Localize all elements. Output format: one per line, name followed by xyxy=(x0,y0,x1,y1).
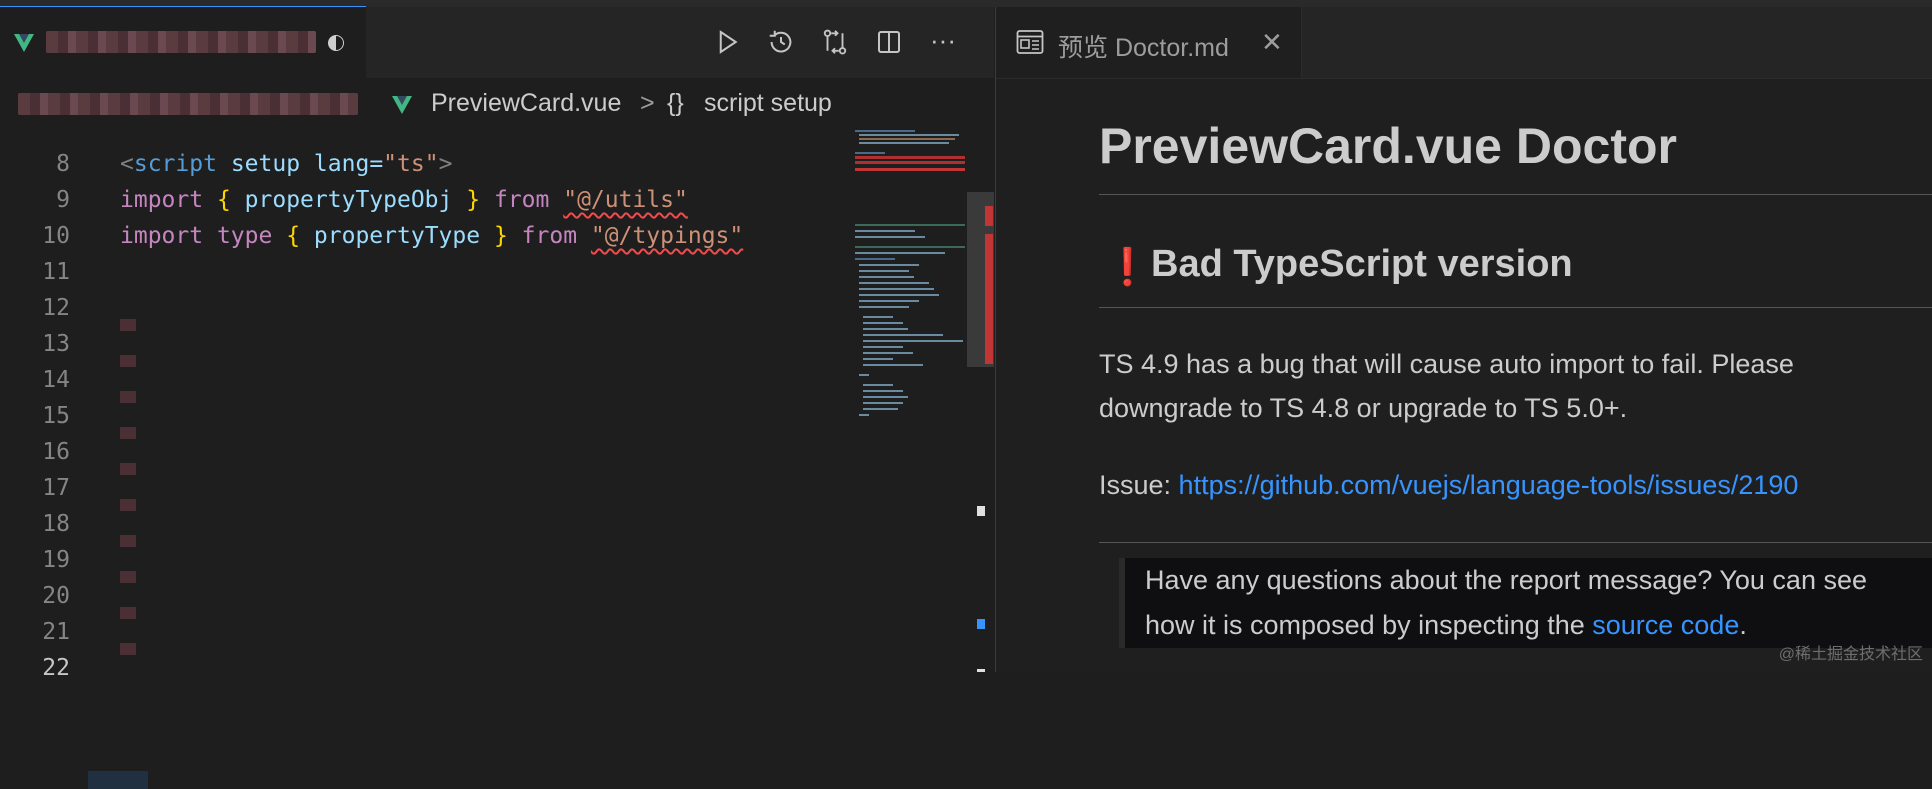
code-line-10: import type { propertyType } from "@/typ… xyxy=(120,223,744,249)
error-marker xyxy=(985,234,993,364)
line-number: 19 xyxy=(42,547,70,573)
code-editor-pane: ··· PreviewCard.vue > {} script setup 8 … xyxy=(0,7,994,789)
compare-changes-icon[interactable] xyxy=(818,25,852,59)
preview-tab-label: 预览 Doctor.md xyxy=(1058,34,1229,62)
breadcrumb: PreviewCard.vue > {} script setup xyxy=(0,78,994,124)
line-number: 13 xyxy=(42,331,70,357)
run-icon[interactable] xyxy=(710,25,744,59)
line-number: 15 xyxy=(42,403,70,429)
line-number: 12 xyxy=(42,295,70,321)
close-icon[interactable]: ✕ xyxy=(1261,27,1283,58)
vertical-scrollbar[interactable] xyxy=(967,124,994,672)
breadcrumb-file[interactable]: PreviewCard.vue xyxy=(431,89,621,118)
line-number: 18 xyxy=(42,511,70,537)
blockquote: Have any questions about the report mess… xyxy=(1119,558,1932,648)
line-number: 10 xyxy=(42,223,70,249)
preview-tab[interactable]: 预览 Doctor.md ✕ xyxy=(996,7,1302,78)
error-marker xyxy=(985,206,993,226)
exclamation-icon: ❗ xyxy=(1105,246,1150,287)
cursor-marker xyxy=(977,506,985,516)
code-line-9: import { propertyTypeObj } from "@/utils… xyxy=(120,187,688,213)
issue-label: Issue: xyxy=(1099,470,1179,500)
markdown-preview-pane: 预览 Doctor.md ✕ PreviewCard.vue Doctor ❗ … xyxy=(995,7,1932,672)
split-editor-icon[interactable] xyxy=(872,25,906,59)
line-number: 8 xyxy=(56,151,70,177)
redacted-path xyxy=(18,93,358,115)
line-number: 17 xyxy=(42,475,70,501)
line-number-current: 22 xyxy=(42,655,70,681)
vue-file-icon xyxy=(14,34,34,52)
divider xyxy=(1099,194,1932,195)
issue-line: Issue: https://github.com/vuejs/language… xyxy=(1099,463,1798,507)
quote-text: how it is composed by inspecting the xyxy=(1145,610,1593,640)
page-title: PreviewCard.vue Doctor xyxy=(1099,118,1677,174)
unsaved-indicator-icon[interactable] xyxy=(328,35,344,51)
description-line-1: TS 4.9 has a bug that will cause auto im… xyxy=(1099,349,1794,379)
selection-marker xyxy=(977,619,985,629)
line-number: 11 xyxy=(42,259,70,285)
symbol-braces-icon: {} xyxy=(667,89,684,117)
editor-tab-active[interactable] xyxy=(0,7,366,78)
issue-link[interactable]: https://github.com/vuejs/language-tools/… xyxy=(1179,470,1799,500)
error-squiggle: "@/typings" xyxy=(590,223,744,249)
vue-file-icon xyxy=(392,96,412,114)
history-icon[interactable] xyxy=(764,25,798,59)
line-number: 14 xyxy=(42,367,70,393)
watermark: @稀土掘金技术社区 xyxy=(1778,646,1923,663)
line-number: 16 xyxy=(42,439,70,465)
description-line-2: downgrade to TS 4.8 or upgrade to TS 5.0… xyxy=(1099,393,1628,423)
more-actions-icon[interactable]: ··· xyxy=(926,25,960,59)
editor-actions: ··· xyxy=(674,25,994,61)
quote-line-1: Have any questions about the report mess… xyxy=(1145,565,1867,595)
editor-tab-bar: ··· xyxy=(0,7,994,78)
line-number: 21 xyxy=(42,619,70,645)
preview-icon xyxy=(1016,30,1044,54)
section-heading: Bad TypeScript version xyxy=(1151,243,1573,285)
redacted-tab-title xyxy=(46,31,316,53)
breadcrumb-separator-icon: > xyxy=(640,89,655,117)
source-code-link[interactable]: source code xyxy=(1592,610,1739,640)
minimap[interactable] xyxy=(853,124,965,424)
current-line-highlight xyxy=(88,771,148,789)
breadcrumb-symbol[interactable]: script setup xyxy=(704,89,832,118)
line-number: 20 xyxy=(42,583,70,609)
code-line-8: <script setup lang="ts"> xyxy=(120,151,453,177)
quote-line-2: how it is composed by inspecting the sou… xyxy=(1145,603,1747,648)
divider xyxy=(1099,542,1932,543)
window-top-border xyxy=(0,0,1932,8)
error-squiggle: "@/utils" xyxy=(563,187,688,213)
quote-period: . xyxy=(1739,610,1747,640)
divider xyxy=(1099,307,1932,308)
code-area[interactable]: 8 9 10 11 12 13 14 15 16 17 18 19 20 21 … xyxy=(0,124,994,789)
preview-tab-bar: 预览 Doctor.md ✕ xyxy=(996,7,1932,79)
line-number: 9 xyxy=(56,187,70,213)
